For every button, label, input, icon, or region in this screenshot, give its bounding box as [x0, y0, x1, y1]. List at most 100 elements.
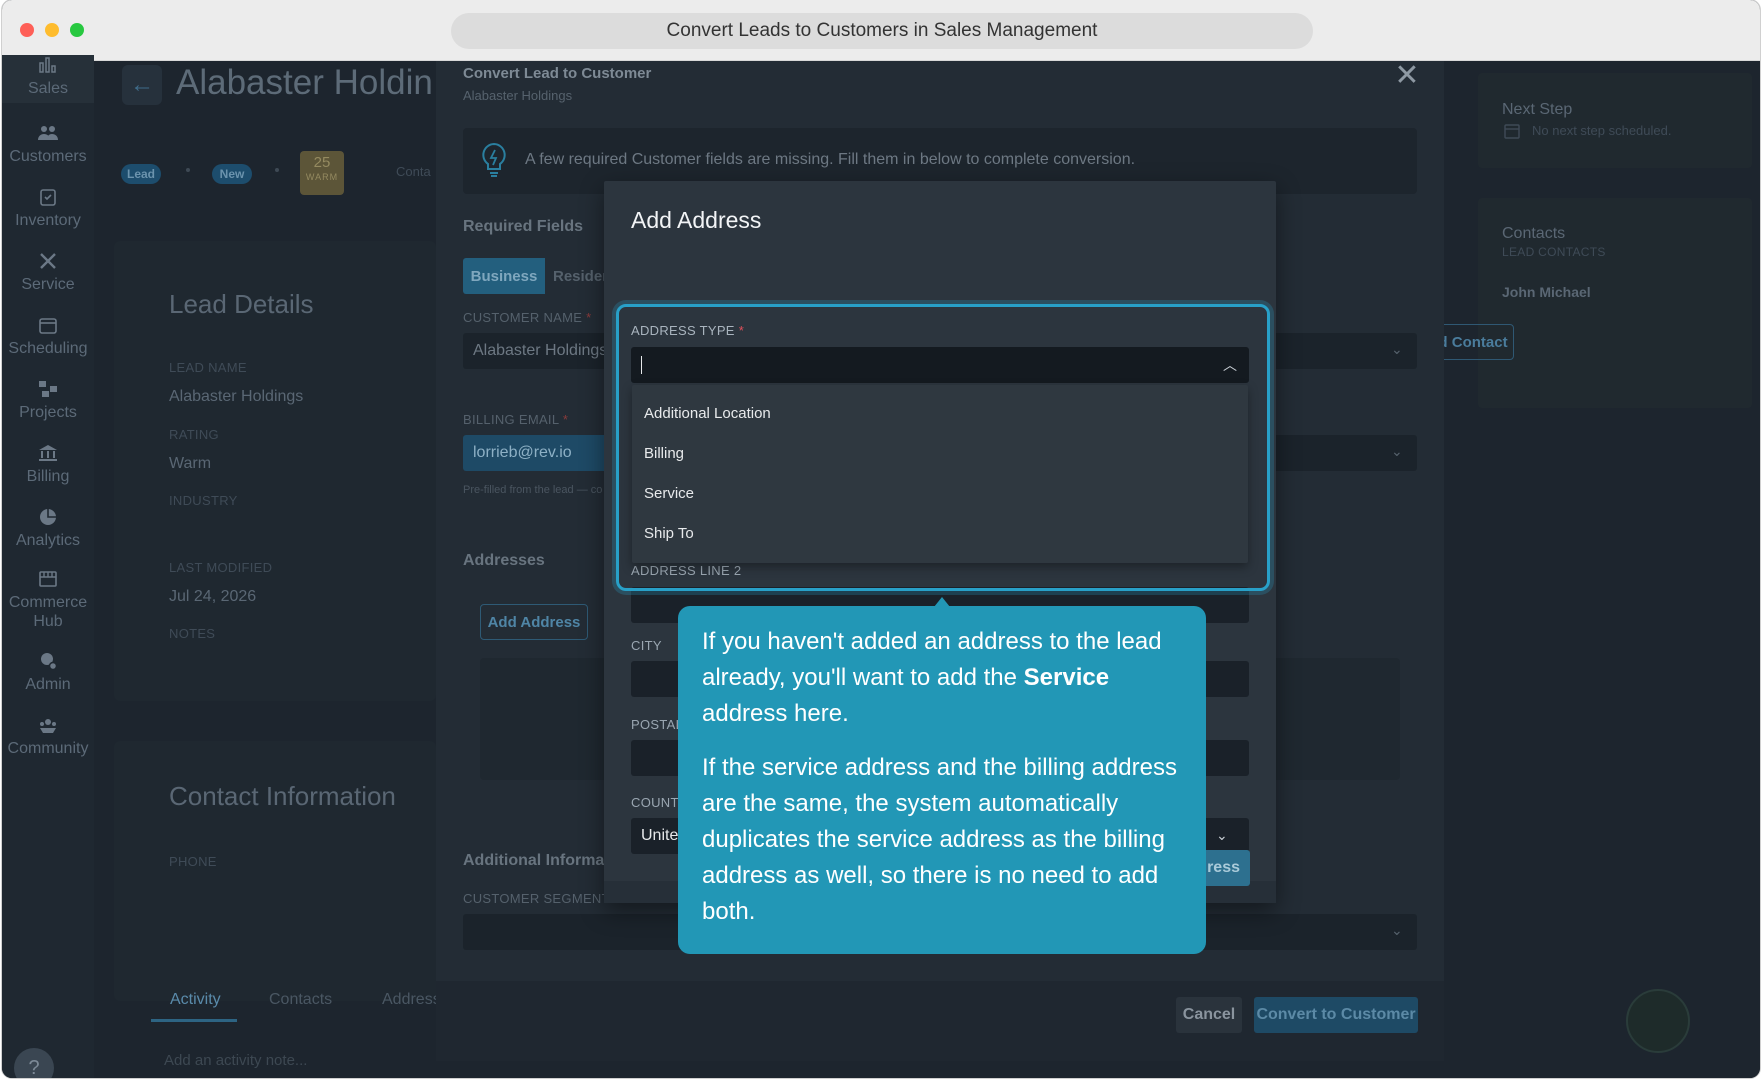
- customer-segment-label: CUSTOMER SEGMENT: [463, 891, 610, 906]
- option-ship-to[interactable]: Ship To: [632, 513, 1248, 553]
- text-caret: [641, 356, 642, 374]
- sidebar-item-label: Community: [7, 740, 89, 757]
- banner-text: A few required Customer fields are missi…: [525, 151, 1136, 168]
- tab-contacts[interactable]: Contacts: [269, 991, 332, 1009]
- add-address-title: Add Address: [631, 207, 762, 233]
- admin-icon: [37, 651, 59, 671]
- required-mark: *: [586, 310, 592, 325]
- window-title: Convert Leads to Customers in Sales Mana…: [451, 13, 1313, 49]
- address-type-select[interactable]: ︿: [631, 347, 1249, 383]
- store-icon: [37, 569, 59, 589]
- convert-to-customer-button[interactable]: Convert to Customer: [1254, 997, 1418, 1033]
- projects-icon: [37, 379, 59, 399]
- back-button[interactable]: ←: [122, 65, 162, 105]
- postal-label: POSTAL: [631, 717, 684, 732]
- separator-dot: [275, 168, 279, 172]
- next-step-title: Next Step: [1502, 101, 1573, 118]
- billing-email-label: BILLING EMAIL *: [463, 412, 568, 427]
- contacts-subtitle: LEAD CONTACTS: [1502, 245, 1606, 259]
- close-icon[interactable]: ✕: [1392, 61, 1422, 91]
- convert-modal-title: Convert Lead to Customer: [463, 65, 652, 82]
- option-billing[interactable]: Billing: [632, 433, 1248, 473]
- sidebar-item-label: Admin: [25, 676, 71, 693]
- chevron-up-icon[interactable]: ︿: [1223, 355, 1237, 375]
- tooltip-emphasis: Service: [1023, 664, 1110, 691]
- billing-email-label-text: BILLING EMAIL: [463, 412, 559, 427]
- option-additional-location[interactable]: Additional Location: [632, 393, 1248, 433]
- last-modified-value: Jul 24, 2026: [169, 588, 257, 605]
- lead-score-label: WARM: [305, 172, 339, 182]
- calendar-icon: [1504, 124, 1520, 139]
- address-type-label: ADDRESS TYPE *: [631, 323, 744, 338]
- segment-business[interactable]: Business: [463, 258, 545, 294]
- required-mark: *: [562, 412, 569, 427]
- address-type-dropdown: Additional Location Billing Service Ship…: [632, 385, 1248, 563]
- sidebar-item-commerce-hub[interactable]: Commerce Hub: [2, 569, 94, 631]
- rating-label: RATING: [169, 427, 219, 442]
- sidebar-item-label: Billing: [26, 468, 70, 485]
- page-title: Alabaster Holdin: [176, 63, 433, 102]
- lead-score-badge: 25 WARM: [300, 151, 344, 195]
- pie-icon: [37, 507, 59, 527]
- option-service[interactable]: Service: [632, 473, 1248, 513]
- lead-details-heading: Lead Details: [169, 289, 314, 319]
- next-step-empty: No next step scheduled.: [1532, 123, 1672, 138]
- sidebar-item-analytics[interactable]: Analytics: [2, 507, 94, 550]
- additional-info-heading: Additional Informati: [463, 852, 615, 869]
- addresses-heading: Addresses: [463, 552, 545, 569]
- calendar-icon: [37, 315, 59, 335]
- chevron-down-icon: ⌄: [1391, 443, 1403, 459]
- help-button[interactable]: ?: [14, 1048, 54, 1078]
- next-step-panel: [1478, 73, 1752, 168]
- tooltip-paragraph-1: If you haven't added an address to the l…: [702, 624, 1182, 732]
- cancel-button[interactable]: Cancel: [1176, 997, 1242, 1033]
- status-badge-lead: Lead: [121, 164, 161, 184]
- contact-info-panel: [114, 741, 436, 1001]
- guide-tooltip: If you haven't added an address to the l…: [678, 606, 1206, 954]
- rating-value: Warm: [169, 455, 212, 472]
- customer-name-label-text: CUSTOMER NAME: [463, 310, 583, 325]
- tooltip-text: address here.: [702, 700, 849, 727]
- sidebar-item-admin[interactable]: Admin: [2, 651, 94, 694]
- minimize-window-button[interactable]: [45, 23, 59, 37]
- tab-activity[interactable]: Activity: [170, 991, 221, 1009]
- sidebar-item-community[interactable]: Community: [2, 715, 94, 758]
- app-window: Convert Leads to Customers in Sales Mana…: [2, 0, 1760, 1078]
- convert-modal-footer: Cancel Convert to Customer: [436, 981, 1444, 1061]
- sidebar-item-label: Scheduling: [8, 340, 88, 357]
- sidebar-item-billing[interactable]: Billing: [2, 443, 94, 486]
- sidebar-item-sales[interactable]: Sales: [2, 55, 94, 103]
- contact-info-heading: Contact Information: [169, 781, 396, 811]
- lead-name-label: LEAD NAME: [169, 360, 247, 375]
- sidebar: Sales Customers Inventory Service Schedu…: [2, 55, 94, 1078]
- sidebar-item-service[interactable]: Service: [2, 251, 94, 294]
- sidebar-item-inventory[interactable]: Inventory: [2, 187, 94, 230]
- close-window-button[interactable]: [20, 23, 34, 37]
- sidebar-item-label: Sales: [27, 80, 69, 97]
- sidebar-item-scheduling[interactable]: Scheduling: [2, 315, 94, 358]
- sidebar-item-label: Service: [21, 276, 75, 293]
- sidebar-item-customers[interactable]: Customers: [2, 123, 94, 166]
- sidebar-item-label: Customers: [9, 148, 87, 165]
- contact-name[interactable]: John Michael: [1502, 284, 1591, 300]
- customer-name-label: CUSTOMER NAME *: [463, 310, 592, 325]
- zoom-window-button[interactable]: [70, 23, 84, 37]
- sidebar-item-label: Projects: [19, 404, 77, 421]
- contact-stub: Conta: [396, 164, 431, 179]
- sidebar-item-label: Analytics: [15, 532, 81, 549]
- lightbulb-icon: [482, 142, 506, 177]
- contacts-title: Contacts: [1502, 225, 1566, 242]
- chevron-down-icon: ⌄: [1216, 827, 1228, 843]
- tab-active-underline: [151, 1019, 237, 1022]
- last-modified-label: LAST MODIFIED: [169, 560, 273, 575]
- notes-label: NOTES: [169, 626, 216, 641]
- sidebar-item-projects[interactable]: Projects: [2, 379, 94, 422]
- add-address-button[interactable]: Add Address: [480, 604, 588, 640]
- chevron-down-icon: ⌄: [1391, 922, 1403, 938]
- address-type-label-text: ADDRESS TYPE: [631, 323, 735, 338]
- tooltip-paragraph-2: If the service address and the billing a…: [702, 754, 1177, 925]
- assistant-fab[interactable]: [1626, 989, 1690, 1053]
- tab-address[interactable]: Address: [382, 991, 441, 1009]
- community-icon: [37, 715, 59, 735]
- phone-label: PHONE: [169, 854, 217, 869]
